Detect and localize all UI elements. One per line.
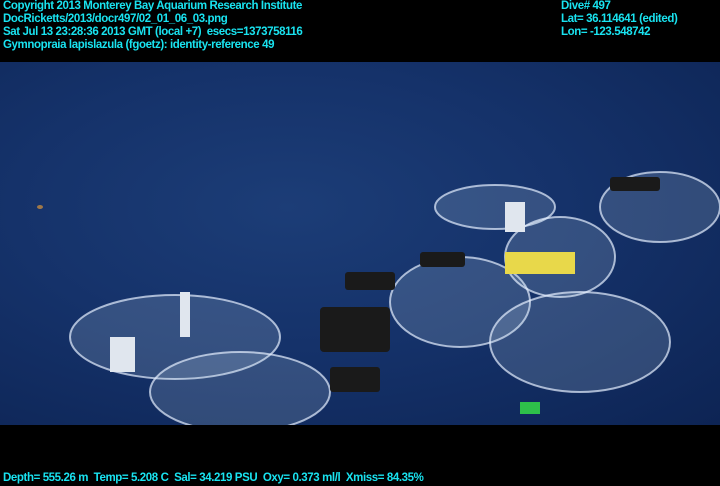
navigation-overlay: Dive# 497 Lat= 36.114641 (edited) Lon= -12… bbox=[561, 0, 678, 39]
longitude: Lon= -123.548742 bbox=[561, 26, 651, 38]
file-path: DocRicketts/2013/docr497/02_01_06_03.png bbox=[3, 13, 228, 25]
rov-camera-image bbox=[0, 62, 720, 425]
annotation-label: Gymnopraia lapislazula (fgoetz): identit… bbox=[3, 39, 275, 51]
bracket bbox=[330, 367, 380, 392]
gymnopraia-specimen bbox=[37, 205, 43, 209]
yellow-fitting bbox=[505, 252, 575, 274]
bracket bbox=[610, 177, 660, 191]
actuator bbox=[110, 337, 135, 372]
detritus-sampler-ring bbox=[489, 291, 671, 393]
green-tag bbox=[520, 402, 540, 414]
dive-number: Dive# 497 bbox=[561, 0, 611, 12]
bracket bbox=[320, 307, 390, 352]
actuator bbox=[505, 202, 525, 232]
latitude: Lat= 36.114641 (edited) bbox=[561, 13, 678, 25]
copyright-text: Copyright 2013 Monterey Bay Aquarium Res… bbox=[3, 0, 303, 12]
sensor-readout: Depth= 555.26 m Temp= 5.208 C Sal= 34.21… bbox=[3, 472, 424, 484]
sampling-apparatus bbox=[37, 171, 720, 425]
bracket bbox=[345, 272, 395, 290]
header-overlay: Copyright 2013 Monterey Bay Aquarium Res… bbox=[3, 0, 303, 52]
actuator bbox=[180, 292, 190, 337]
detritus-sampler-ring bbox=[149, 351, 331, 425]
bracket bbox=[420, 252, 465, 267]
timestamp: Sat Jul 13 23:28:36 2013 GMT (local +7) … bbox=[3, 26, 303, 38]
